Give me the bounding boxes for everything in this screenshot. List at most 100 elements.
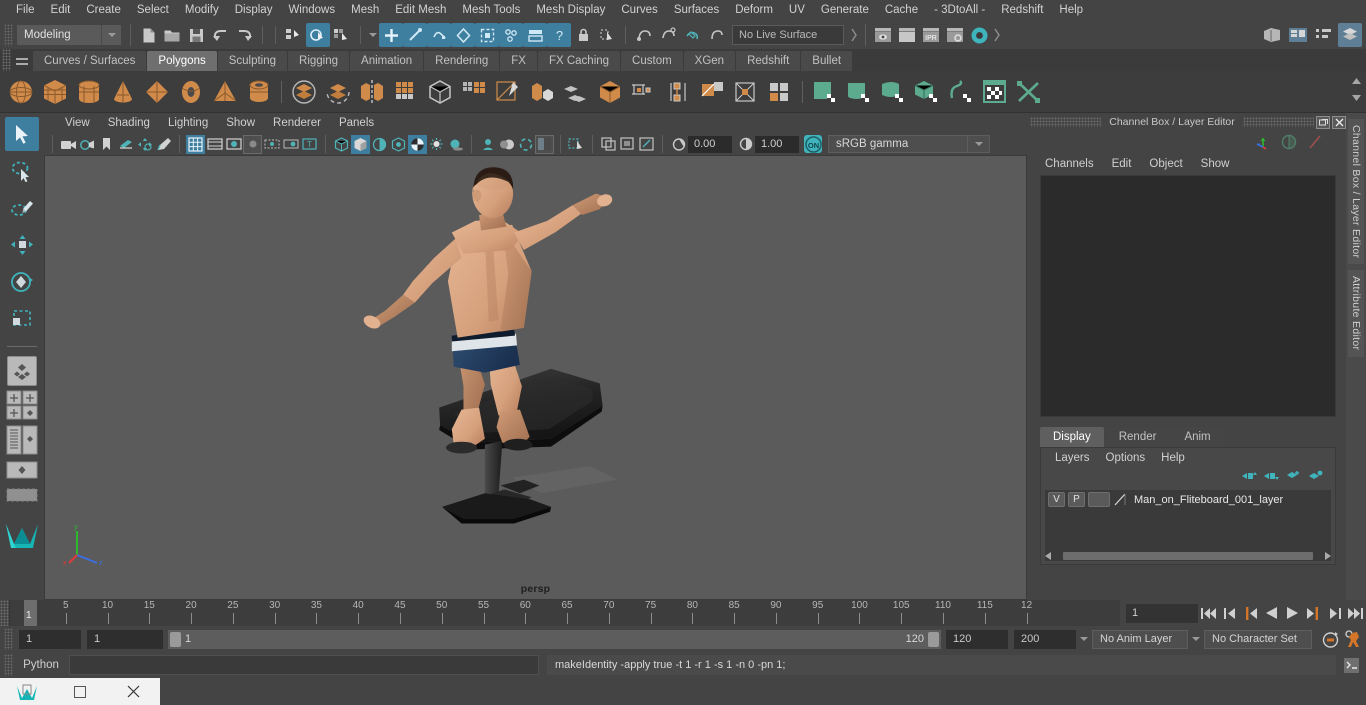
step-forward-keyframe-icon[interactable] <box>1324 602 1345 624</box>
image-plane-icon[interactable] <box>116 135 135 154</box>
status-line-grip[interactable] <box>4 24 13 46</box>
range-slider-right-handle[interactable] <box>928 631 939 647</box>
shelf-tab-rendering[interactable]: Rendering <box>424 51 500 71</box>
render-settings-icon[interactable] <box>943 23 967 47</box>
snap-uv-icon[interactable] <box>499 23 523 47</box>
play-backwards-icon[interactable] <box>1261 602 1282 624</box>
multi-cut-icon[interactable] <box>627 75 661 109</box>
menu-uv[interactable]: UV <box>781 0 813 21</box>
menu-set-selector[interactable]: Modeling <box>17 25 101 45</box>
hypergraph-persp-layout[interactable] <box>5 484 39 506</box>
snap-point-icon[interactable] <box>427 23 451 47</box>
maya-app-icon[interactable] <box>10 678 44 705</box>
manipulator-icon[interactable] <box>1254 133 1272 151</box>
menu-deform[interactable]: Deform <box>727 0 781 21</box>
single-perspective-layout[interactable] <box>7 356 37 386</box>
channel-box-menu-show[interactable]: Show <box>1192 158 1239 170</box>
perspective-viewport[interactable]: y z x persp <box>44 155 1027 600</box>
menu-display[interactable]: Display <box>227 0 281 21</box>
gamma-value-field[interactable]: 1.00 <box>755 135 799 153</box>
poly-cylinder-icon[interactable] <box>72 75 106 109</box>
color-management-toggle-icon[interactable]: ON <box>804 135 822 153</box>
shelf-tab-custom[interactable]: Custom <box>621 51 683 71</box>
anim-start-field[interactable]: 1 <box>19 629 81 649</box>
camera-attributes-icon[interactable] <box>78 135 97 154</box>
live-surface-field[interactable]: No Live Surface <box>732 25 844 45</box>
auto-keyframe-icon[interactable] <box>1318 627 1342 651</box>
range-end-field[interactable]: 120 <box>946 629 1008 649</box>
move-tool[interactable] <box>5 228 39 262</box>
menu-mesh-tools[interactable]: Mesh Tools <box>454 0 528 21</box>
menu-help[interactable]: Help <box>1051 0 1091 21</box>
scroll-right-icon[interactable] <box>1323 551 1331 560</box>
grease-pencil-icon[interactable] <box>154 135 173 154</box>
viewport-menu-show[interactable]: Show <box>217 113 264 133</box>
side-tab-channel-box[interactable]: Channel Box / Layer Editor <box>1348 119 1364 265</box>
character-set-field[interactable]: No Character Set <box>1204 629 1312 649</box>
snap-view-plane-icon[interactable] <box>475 23 499 47</box>
layer-list[interactable]: V P Man_on_Fliteboard_001_layer <box>1045 490 1331 550</box>
boolean-icon[interactable] <box>457 75 491 109</box>
layer-list-scrollbar[interactable] <box>1045 550 1331 561</box>
snap-projected-center-icon[interactable] <box>451 23 475 47</box>
shelf-tab-rigging[interactable]: Rigging <box>288 51 350 71</box>
layer-visibility-toggle[interactable]: V <box>1048 492 1065 507</box>
outliner-persp-layout[interactable] <box>5 459 39 481</box>
menu-set-dropdown-arrow[interactable] <box>101 25 121 45</box>
new-layer-from-selected-icon[interactable] <box>1308 469 1323 487</box>
shadows-icon[interactable] <box>446 135 465 154</box>
viewport-menu-shading[interactable]: Shading <box>99 113 159 133</box>
select-by-object-icon[interactable] <box>306 23 330 47</box>
poke-icon[interactable] <box>729 75 763 109</box>
channel-box-menu-edit[interactable]: Edit <box>1103 158 1141 170</box>
range-slider-grip[interactable] <box>4 628 13 650</box>
select-by-component-icon[interactable] <box>330 23 354 47</box>
poly-plane-icon[interactable] <box>140 75 174 109</box>
highlight-icon[interactable] <box>1306 133 1324 151</box>
restore-window-icon[interactable] <box>63 678 97 705</box>
anim-layer-field[interactable]: No Anim Layer <box>1092 629 1188 649</box>
move-layer-up-icon[interactable] <box>1242 469 1257 487</box>
ipr-render-icon[interactable]: IPR <box>919 23 943 47</box>
snap-curve-icon[interactable] <box>403 23 427 47</box>
paint-select-tool[interactable] <box>5 191 39 225</box>
render-current-frame-icon[interactable] <box>871 23 895 47</box>
shelf-tab-animation[interactable]: Animation <box>350 51 424 71</box>
uv-spherical-icon[interactable] <box>876 75 910 109</box>
render-sequence-icon[interactable] <box>895 23 919 47</box>
layer-playback-toggle[interactable]: P <box>1068 492 1085 507</box>
shelf-tab-sculpting[interactable]: Sculpting <box>217 51 288 71</box>
shelf-tab-fx[interactable]: FX <box>500 51 537 71</box>
animation-preferences-icon[interactable] <box>1342 627 1366 651</box>
color-management-dropdown-arrow[interactable] <box>968 135 990 153</box>
lasso-select-tool[interactable] <box>5 154 39 188</box>
viewport-menu-view[interactable]: View <box>56 113 99 133</box>
current-frame-field[interactable]: 1 <box>1126 603 1198 623</box>
script-editor-icon[interactable] <box>1340 654 1362 676</box>
make-live-surface-icon[interactable] <box>680 23 704 47</box>
poly-cube-icon[interactable] <box>38 75 72 109</box>
shelf-grip[interactable] <box>2 49 11 71</box>
uv-automatic-icon[interactable] <box>910 75 944 109</box>
grid-icon[interactable] <box>186 134 205 154</box>
open-scene-icon[interactable] <box>160 23 184 47</box>
menu-edit-mesh[interactable]: Edit Mesh <box>387 0 454 21</box>
channel-box-menu-channels[interactable]: Channels <box>1036 158 1103 170</box>
mirror-icon[interactable] <box>355 75 389 109</box>
exposure-value-field[interactable]: 0.00 <box>688 135 732 153</box>
shelf-tab-redshift[interactable]: Redshift <box>736 51 801 71</box>
snap-together-icon[interactable] <box>704 23 728 47</box>
step-forward-frame-icon[interactable] <box>1303 602 1324 624</box>
xray-icon[interactable] <box>599 135 618 154</box>
uv-layout-icon[interactable] <box>1012 75 1046 109</box>
menu-mesh-display[interactable]: Mesh Display <box>528 0 613 21</box>
scroll-left-icon[interactable] <box>1045 551 1053 560</box>
transparency-icon[interactable] <box>1280 133 1298 151</box>
uv-planar-icon[interactable] <box>808 75 842 109</box>
construction-history-icon[interactable] <box>632 23 656 47</box>
separate-icon[interactable] <box>321 75 355 109</box>
extrude-icon[interactable] <box>559 75 593 109</box>
wedge-icon[interactable] <box>763 75 797 109</box>
shelf-menu-icon[interactable] <box>11 51 33 71</box>
new-layer-icon[interactable] <box>1286 469 1301 487</box>
